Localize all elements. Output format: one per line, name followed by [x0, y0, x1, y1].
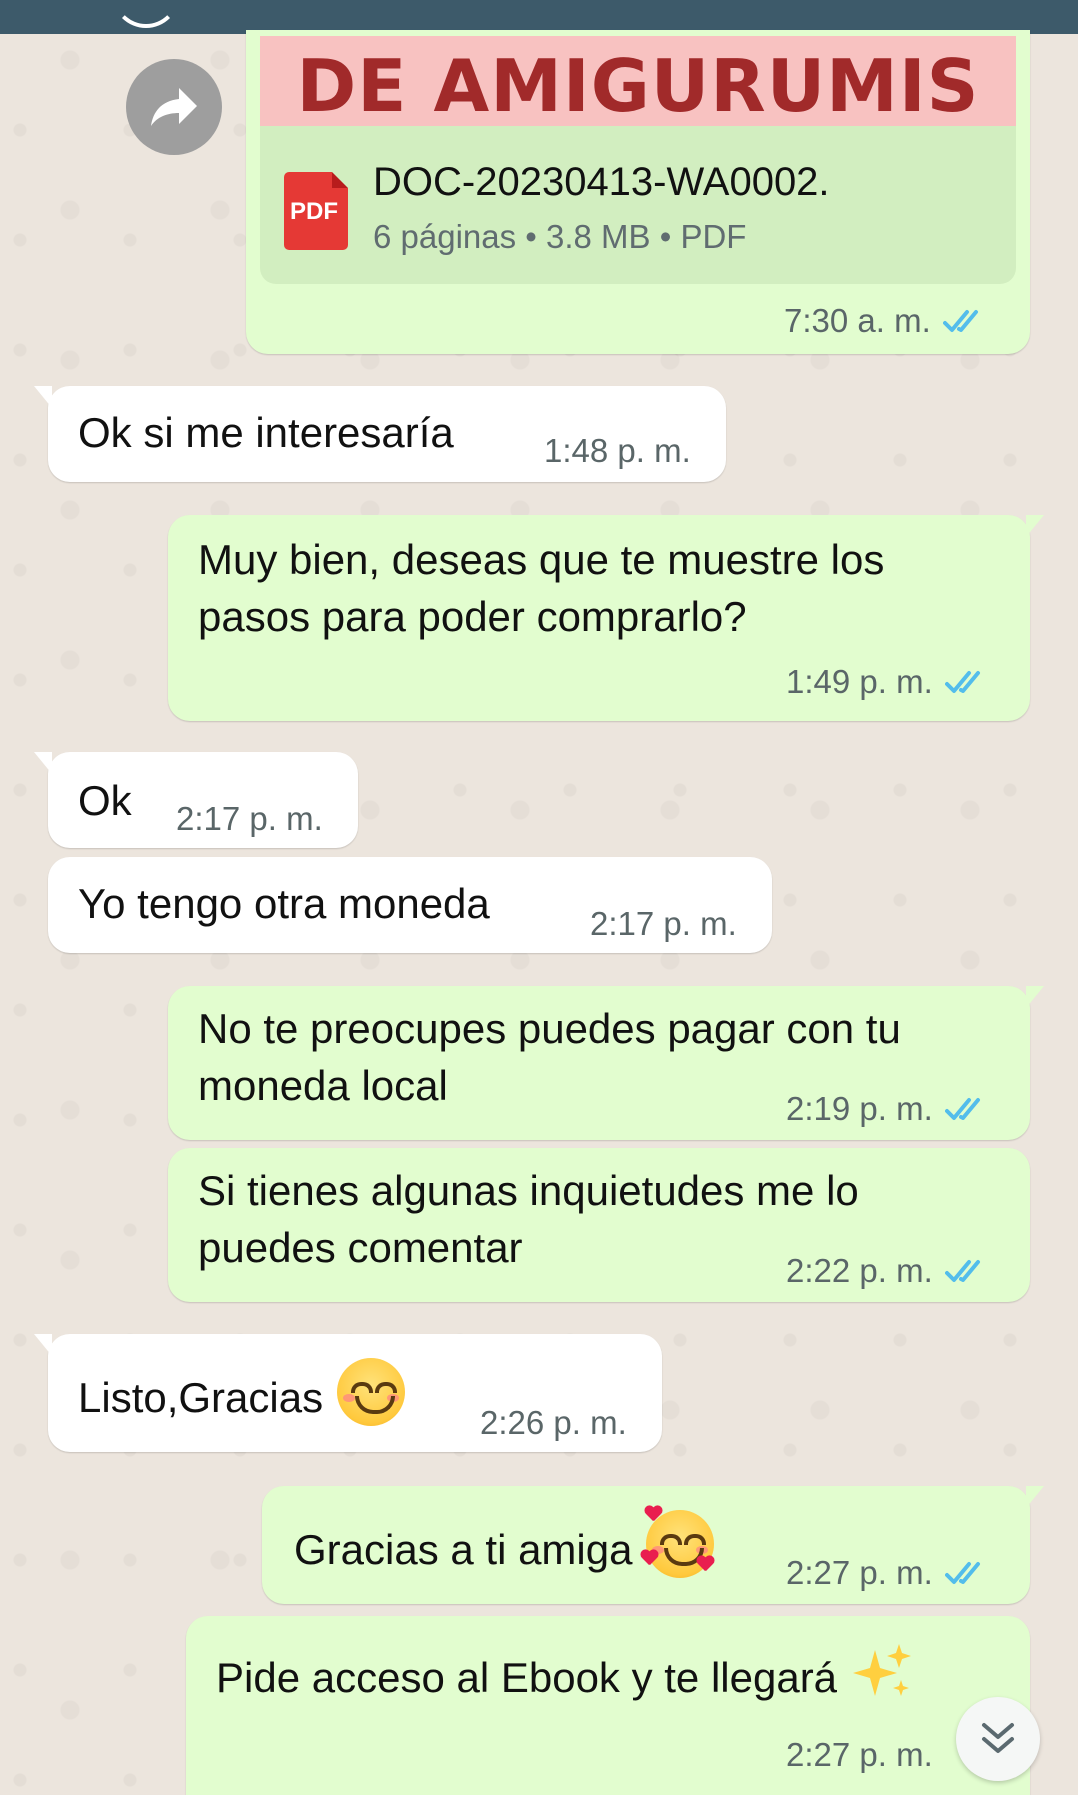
message-time: 2:27 p. m.	[786, 1554, 933, 1591]
forward-arrow-icon	[151, 88, 197, 126]
incoming-message[interactable]: Ok 2:17 p. m.	[34, 752, 358, 848]
message-text: Listo,Gracias	[78, 1358, 406, 1426]
message-meta: 2:19 p. m.	[786, 1090, 989, 1128]
incoming-message[interactable]: Ok si me interesaría 1:48 p. m.	[34, 386, 726, 482]
message-time: 2:17 p. m.	[176, 800, 323, 837]
message-text-line: Si tienes algunas inquietudes me lo	[198, 1167, 859, 1214]
message-text-content: Listo,Gracias	[78, 1374, 324, 1421]
incoming-message[interactable]: Listo,Gracias 2:26 p. m.	[34, 1334, 662, 1452]
message-time: 1:48 p. m.	[544, 432, 691, 469]
outgoing-message[interactable]: No te preocupes puedes pagar con tu mone…	[168, 986, 1044, 1140]
message-time: 2:17 p. m.	[590, 905, 737, 942]
message-time: 2:27 p. m.	[786, 1736, 933, 1773]
document-preview-banner: DE AMIGURUMIS	[260, 36, 1016, 128]
message-text: Pide acceso al Ebook y te llegará	[216, 1642, 913, 1706]
message-text-line: puedes comentar	[198, 1224, 523, 1271]
message-meta: 2:27 p. m.	[786, 1736, 933, 1774]
double-chevron-down-icon	[982, 1723, 1014, 1753]
message-text-line: No te preocupes puedes pagar con tu	[198, 1005, 901, 1052]
message-text-line: moneda local	[198, 1062, 448, 1109]
double-check-icon	[944, 671, 980, 693]
double-check-icon	[944, 1562, 980, 1584]
message-meta: 1:49 p. m.	[786, 663, 989, 701]
message-meta: 2:27 p. m.	[786, 1554, 989, 1592]
smiling-face-icon	[337, 1358, 406, 1426]
outgoing-message[interactable]: Gracias a ti amiga 2:27 p. m.	[262, 1486, 1044, 1604]
double-check-icon	[944, 1098, 980, 1120]
document-card[interactable]: PDF DOC-20230413-WA0002. 6 páginas • 3.8…	[260, 126, 1016, 284]
forward-button[interactable]	[126, 59, 222, 155]
pdf-badge: PDF	[290, 198, 338, 225]
message-text-content: Gracias a ti amiga	[294, 1526, 633, 1573]
message-text: Ok	[78, 777, 132, 824]
header-bar	[0, 0, 1078, 34]
double-check-icon	[944, 1260, 980, 1282]
message-text-line: Muy bien, deseas que te muestre los	[198, 536, 885, 583]
outgoing-message[interactable]: Si tienes algunas inquietudes me lo pued…	[168, 1148, 1030, 1302]
avatar-edge	[112, 0, 180, 28]
document-preview-title: DE AMIGURUMIS	[296, 44, 980, 128]
document-file-info: 6 páginas • 3.8 MB • PDF	[373, 218, 747, 255]
outgoing-message[interactable]: Pide acceso al Ebook y te llegará 2:27 p…	[186, 1616, 1030, 1795]
message-time: 1:49 p. m.	[786, 663, 933, 700]
message-text-content: Pide acceso al Ebook y te llegará	[216, 1654, 838, 1701]
message-time: 2:19 p. m.	[786, 1090, 933, 1127]
smiling-face-with-hearts-icon	[646, 1510, 715, 1578]
incoming-message[interactable]: Yo tengo otra moneda 2:17 p. m.	[48, 857, 772, 953]
message-meta: 7:30 a. m.	[784, 302, 987, 340]
message-time: 2:26 p. m.	[480, 1404, 627, 1441]
scroll-to-bottom-button[interactable]	[956, 1697, 1040, 1781]
sparkles-icon	[853, 1642, 913, 1702]
message-time: 7:30 a. m.	[784, 302, 931, 339]
message-text: Gracias a ti amiga	[294, 1510, 715, 1578]
message-time: 2:22 p. m.	[786, 1252, 933, 1289]
outgoing-message[interactable]: Muy bien, deseas que te muestre los paso…	[168, 515, 1044, 721]
pdf-file-icon: PDF	[284, 172, 348, 250]
message-text-line: pasos para poder comprarlo?	[198, 593, 747, 640]
double-check-icon	[942, 310, 978, 332]
document-file-name: DOC-20230413-WA0002.	[373, 160, 830, 204]
message-meta: 2:22 p. m.	[786, 1252, 989, 1290]
message-text: Ok si me interesaría	[78, 409, 454, 456]
message-text: Yo tengo otra moneda	[78, 880, 490, 927]
